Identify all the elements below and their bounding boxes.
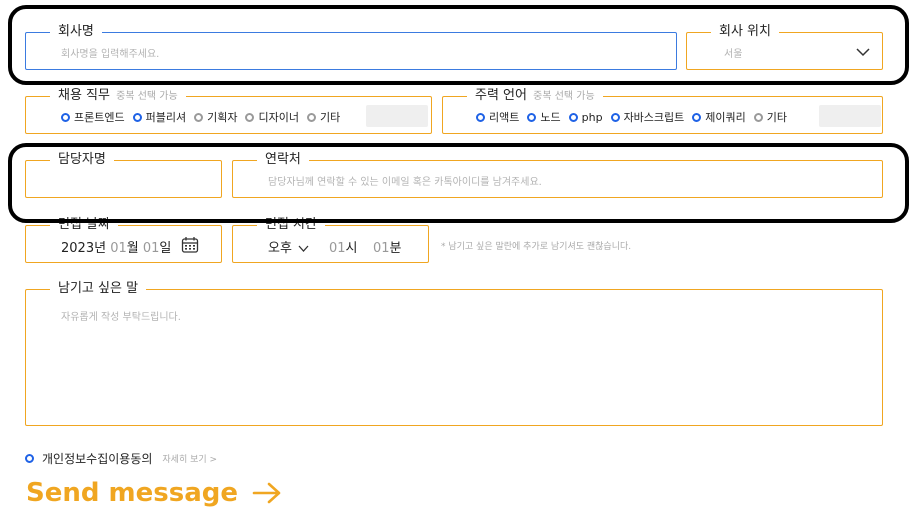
radio-icon [753, 112, 763, 122]
interview-date-field[interactable]: 면접 날짜 2023년 01월 01일 [25, 216, 222, 263]
arrow-right-icon [252, 482, 281, 504]
radio-icon [527, 112, 537, 122]
interview-date-value: 2023년 01월 01일 [61, 241, 172, 256]
job-option-planner[interactable]: 기획자 [194, 109, 237, 125]
job-role-options: 프론트엔드 퍼블리셔 기획자 디자이너 기타 [61, 109, 340, 125]
company-name-placeholder: 회사명을 입력해주세요. [61, 49, 160, 60]
consent-label: 개인정보수집이용동의 [42, 452, 153, 466]
contact-form: 회사명 회사명을 입력해주세요. 회사 위치 서울 채용 직무 중복 선택 가능… [0, 0, 917, 527]
job-option-designer[interactable]: 디자이너 [245, 109, 299, 125]
radio-icon [132, 112, 142, 122]
job-etc-input[interactable] [366, 105, 428, 127]
calendar-icon[interactable] [181, 236, 199, 254]
lang-option-react[interactable]: 리액트 [476, 109, 519, 125]
time-hour[interactable]: 01시 [329, 237, 358, 256]
ampm-select[interactable]: 오후 [268, 237, 309, 256]
job-role-hint: 중복 선택 가능 [116, 91, 178, 102]
message-textarea[interactable]: 남기고 싶은 말 자유롭게 작성 부탁드립니다. [25, 280, 883, 426]
language-field: 주력 언어 중복 선택 가능 리액트 노드 php 자바스크립트 제이쿼리 기타 [442, 87, 883, 134]
interview-date-label: 면접 날짜 [50, 216, 118, 234]
message-label: 남기고 싶은 말 [50, 280, 147, 298]
manager-name-field[interactable]: 담당자명 [25, 151, 222, 198]
company-location-label: 회사 위치 [711, 23, 779, 41]
send-message-label: Send message [26, 478, 238, 508]
language-title: 주력 언어 [475, 88, 527, 103]
company-name-field[interactable]: 회사명 회사명을 입력해주세요. [25, 23, 677, 70]
consent-radio-icon[interactable] [25, 454, 34, 463]
chevron-down-icon [298, 245, 309, 252]
lang-option-etc[interactable]: 기타 [753, 109, 787, 125]
radio-icon [245, 112, 255, 122]
radio-icon [61, 112, 70, 122]
chevron-down-icon [856, 48, 870, 57]
contact-field[interactable]: 연락처 담당자님께 연락할 수 있는 이메일 혹은 카톡아이디를 남겨주세요. [232, 151, 883, 198]
radio-icon [568, 112, 578, 122]
interview-time-label: 면접 시간 [257, 216, 325, 234]
lang-etc-input[interactable] [819, 105, 881, 127]
language-options: 리액트 노드 php 자바스크립트 제이쿼리 기타 [476, 109, 787, 125]
company-location-select[interactable]: 회사 위치 서울 [686, 23, 883, 70]
manager-name-label: 담당자명 [50, 151, 114, 169]
radio-icon [306, 112, 316, 122]
time-note: * 남기고 싶은 말란에 추가로 남기셔도 괜찮습니다. [441, 242, 632, 252]
consent-row: 개인정보수집이용동의 자세히 보기 > [25, 450, 217, 467]
company-name-label: 회사명 [50, 23, 102, 41]
job-option-etc[interactable]: 기타 [306, 109, 340, 125]
radio-icon [610, 112, 620, 122]
job-role-label: 채용 직무 중복 선택 가능 [50, 87, 186, 106]
lang-option-jquery[interactable]: 제이쿼리 [692, 109, 746, 125]
contact-label: 연락처 [257, 151, 309, 169]
company-location-value: 서울 [724, 49, 743, 60]
send-message-button[interactable]: Send message [26, 478, 282, 508]
job-role-title: 채용 직무 [58, 88, 110, 103]
language-label: 주력 언어 중복 선택 가능 [467, 87, 603, 106]
radio-icon [194, 112, 204, 122]
message-placeholder: 자유롭게 작성 부탁드립니다. [61, 312, 181, 323]
radio-icon [692, 112, 702, 122]
language-hint: 중복 선택 가능 [533, 91, 595, 102]
job-role-field: 채용 직무 중복 선택 가능 프론트엔드 퍼블리셔 기획자 디자이너 기타 [25, 87, 432, 134]
lang-option-php[interactable]: php [568, 111, 603, 124]
lang-option-node[interactable]: 노드 [527, 109, 561, 125]
job-option-frontend[interactable]: 프론트엔드 [61, 109, 125, 125]
radio-icon [476, 112, 485, 122]
consent-detail-link[interactable]: 자세히 보기 > [162, 452, 217, 465]
job-option-publisher[interactable]: 퍼블리셔 [132, 109, 186, 125]
interview-time-field: 면접 시간 오후 01시 01분 [232, 216, 429, 263]
time-minute[interactable]: 01분 [373, 237, 402, 256]
lang-option-javascript[interactable]: 자바스크립트 [610, 109, 684, 125]
contact-placeholder: 담당자님께 연락할 수 있는 이메일 혹은 카톡아이디를 남겨주세요. [268, 177, 542, 188]
